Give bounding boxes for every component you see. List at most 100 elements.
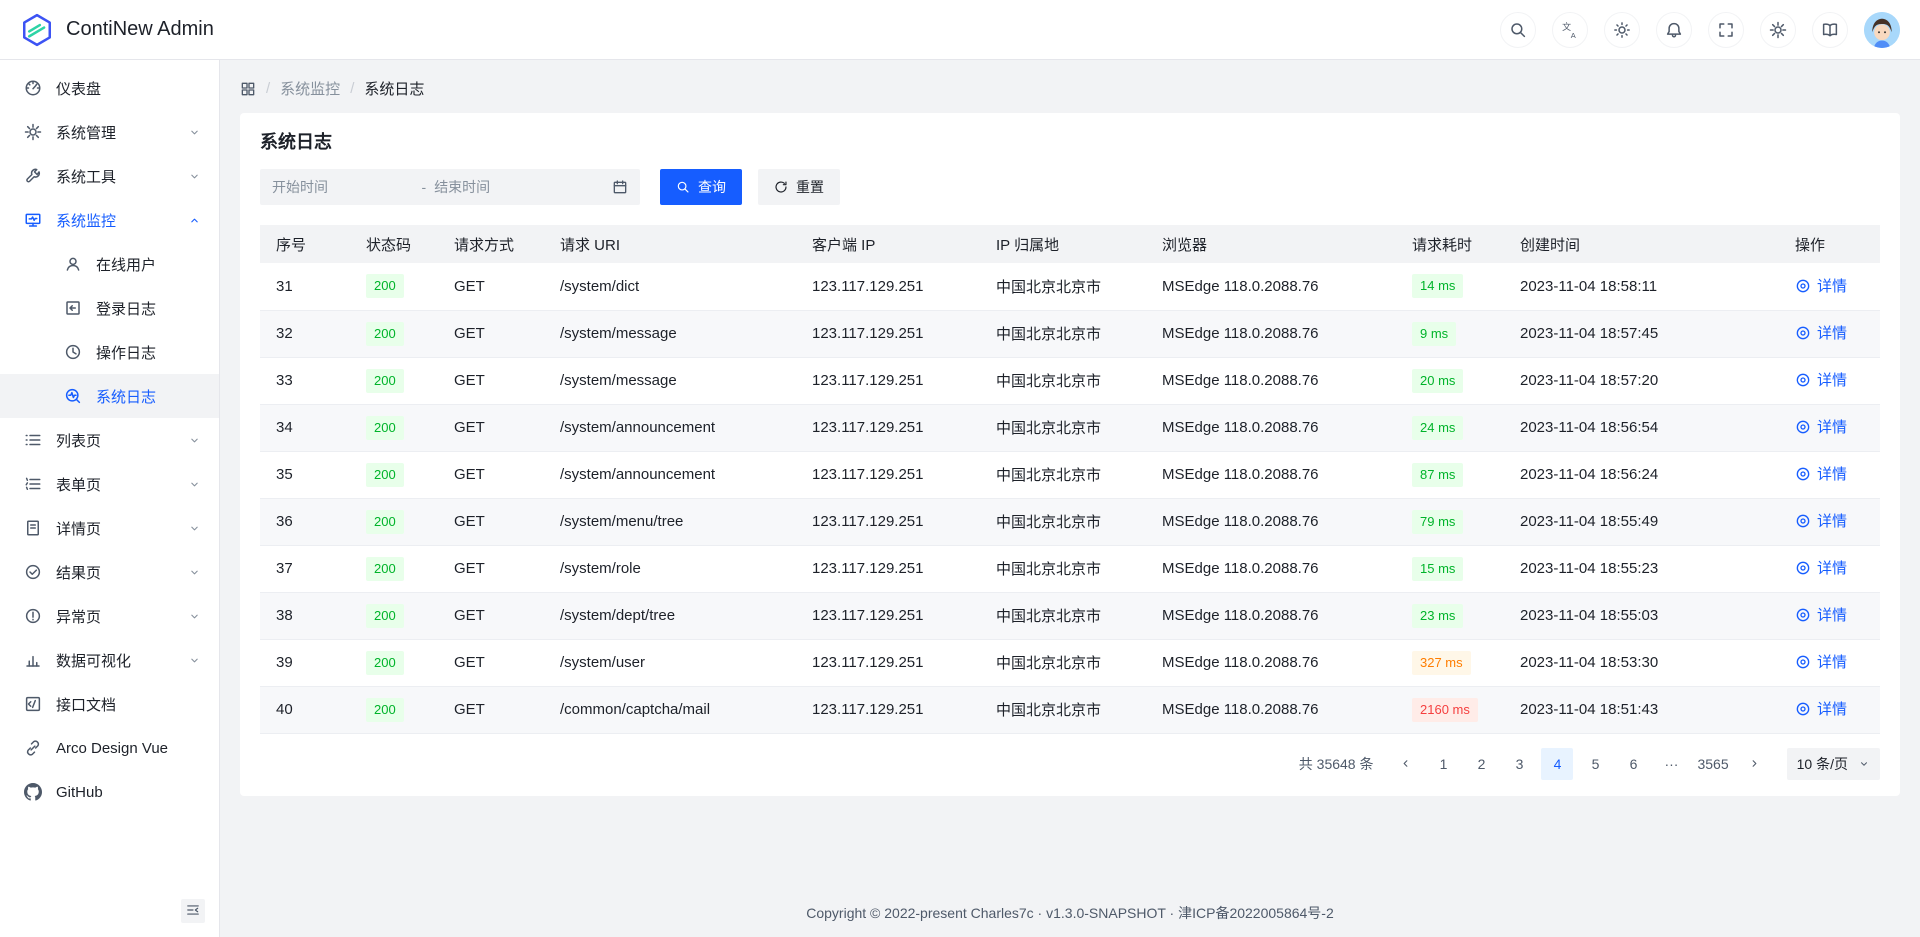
- sidebar-item-system-monitor[interactable]: 系统监控: [0, 198, 219, 242]
- sidebar-item-api-docs[interactable]: 接口文档: [0, 682, 219, 726]
- sidebar-item-online-users[interactable]: 在线用户: [0, 242, 219, 286]
- cell-method: GET: [438, 310, 544, 357]
- chevron-down-icon: [188, 478, 201, 491]
- detail-link[interactable]: 详情: [1795, 651, 1847, 672]
- pagination-page-2[interactable]: 2: [1465, 748, 1497, 780]
- bell-button[interactable]: [1656, 12, 1692, 48]
- sidebar-menu: 仪表盘系统管理系统工具系统监控在线用户登录日志操作日志系统日志列表页表单页详情页…: [0, 66, 219, 814]
- chart-icon: [24, 651, 42, 669]
- sidebar-item-system-logs[interactable]: 系统日志: [0, 374, 219, 418]
- detail-link[interactable]: 详情: [1795, 369, 1847, 390]
- pagination-page-1[interactable]: 1: [1427, 748, 1459, 780]
- docs-icon: [1821, 21, 1839, 39]
- detail-link[interactable]: 详情: [1795, 604, 1847, 625]
- detail-link[interactable]: 详情: [1795, 510, 1847, 531]
- sidebar: 仪表盘系统管理系统工具系统监控在线用户登录日志操作日志系统日志列表页表单页详情页…: [0, 60, 220, 937]
- shell: 仪表盘系统管理系统工具系统监控在线用户登录日志操作日志系统日志列表页表单页详情页…: [0, 60, 1920, 937]
- result-icon: [24, 563, 42, 581]
- sidebar-item-login-logs[interactable]: 登录日志: [0, 286, 219, 330]
- breadcrumb-separator: /: [266, 80, 270, 97]
- sidebar-item-result-pages[interactable]: 结果页: [0, 550, 219, 594]
- search-icon: [1509, 21, 1527, 39]
- pagination-page-6[interactable]: 6: [1617, 748, 1649, 780]
- sidebar-item-arco-design-vue[interactable]: Arco Design Vue: [0, 726, 219, 770]
- docs-button[interactable]: [1812, 12, 1848, 48]
- cell-client-ip: 123.117.129.251: [796, 545, 980, 592]
- cell-duration: 24 ms: [1396, 404, 1504, 451]
- cell-client-ip: 123.117.129.251: [796, 498, 980, 545]
- detail-link[interactable]: 详情: [1795, 275, 1847, 296]
- fullscreen-button[interactable]: [1708, 12, 1744, 48]
- eye-icon: [1795, 654, 1811, 670]
- sidebar-item-label: 系统监控: [56, 210, 174, 231]
- user-avatar[interactable]: [1864, 12, 1900, 48]
- detail-link-label: 详情: [1817, 651, 1847, 672]
- theme-button[interactable]: [1604, 12, 1640, 48]
- sidebar-collapse-button[interactable]: [181, 899, 205, 923]
- status-badge: 200: [366, 651, 404, 675]
- pagination: 共 35648 条 123456···3565 10 条/页: [260, 748, 1880, 780]
- detail-link[interactable]: 详情: [1795, 557, 1847, 578]
- detail-link[interactable]: 详情: [1795, 322, 1847, 343]
- logo-area[interactable]: ContiNew Admin: [20, 13, 214, 47]
- sidebar-item-dashboard[interactable]: 仪表盘: [0, 66, 219, 110]
- column-header: 序号: [260, 225, 350, 263]
- pagination-page-3[interactable]: 3: [1503, 748, 1535, 780]
- cell-uri: /system/announcement: [544, 451, 796, 498]
- eye-icon: [1795, 466, 1811, 482]
- translate-button[interactable]: 文A: [1552, 12, 1588, 48]
- sidebar-item-detail-pages[interactable]: 详情页: [0, 506, 219, 550]
- detail-link-label: 详情: [1817, 557, 1847, 578]
- page-size-select[interactable]: 10 条/页: [1787, 748, 1880, 780]
- translate-icon: 文A: [1561, 21, 1579, 39]
- cell-uri: /system/menu/tree: [544, 498, 796, 545]
- cell-status: 200: [350, 639, 438, 686]
- detail-link-label: 详情: [1817, 416, 1847, 437]
- search-button[interactable]: 查询: [660, 169, 742, 205]
- sidebar-item-exception-pages[interactable]: 异常页: [0, 594, 219, 638]
- exception-icon: [24, 607, 42, 625]
- detail-link-label: 详情: [1817, 322, 1847, 343]
- top-header: ContiNew Admin 文A: [0, 0, 1920, 60]
- cell-no: 33: [260, 357, 350, 404]
- cell-method: GET: [438, 639, 544, 686]
- apps-icon[interactable]: [240, 81, 256, 97]
- pagination-page-4[interactable]: 4: [1541, 748, 1573, 780]
- pagination-page-5[interactable]: 5: [1579, 748, 1611, 780]
- settings-button[interactable]: [1760, 12, 1796, 48]
- cell-no: 32: [260, 310, 350, 357]
- eye-icon: [1795, 325, 1811, 341]
- search-button[interactable]: [1500, 12, 1536, 48]
- sidebar-item-system-tools[interactable]: 系统工具: [0, 154, 219, 198]
- cell-region: 中国北京北京市: [980, 639, 1146, 686]
- cell-action: 详情: [1779, 310, 1880, 357]
- sidebar-item-form-pages[interactable]: 表单页: [0, 462, 219, 506]
- detail-link[interactable]: 详情: [1795, 416, 1847, 437]
- cell-method: GET: [438, 498, 544, 545]
- cell-no: 39: [260, 639, 350, 686]
- page-title: 系统日志: [260, 129, 1880, 155]
- status-badge: 14 ms: [1412, 274, 1463, 298]
- eye-icon: [1795, 513, 1811, 529]
- breadcrumb-item[interactable]: 系统监控: [280, 78, 340, 99]
- date-range-picker[interactable]: 开始时间 - 结束时间: [260, 169, 640, 205]
- cell-region: 中国北京北京市: [980, 310, 1146, 357]
- cell-client-ip: 123.117.129.251: [796, 404, 980, 451]
- cell-created: 2023-11-04 18:55:03: [1504, 592, 1779, 639]
- sidebar-item-label: 数据可视化: [56, 650, 174, 671]
- sidebar-item-operation-logs[interactable]: 操作日志: [0, 330, 219, 374]
- sidebar-item-list-pages[interactable]: 列表页: [0, 418, 219, 462]
- cell-created: 2023-11-04 18:57:45: [1504, 310, 1779, 357]
- detail-link[interactable]: 详情: [1795, 698, 1847, 719]
- pagination-prev-button[interactable]: [1389, 748, 1421, 780]
- cell-region: 中国北京北京市: [980, 263, 1146, 310]
- pagination-next-button[interactable]: [1739, 748, 1771, 780]
- sidebar-item-github[interactable]: GitHub: [0, 770, 219, 814]
- reset-button[interactable]: 重置: [758, 169, 840, 205]
- detail-link[interactable]: 详情: [1795, 463, 1847, 484]
- table-row: 34200GET/system/announcement123.117.129.…: [260, 404, 1880, 451]
- sidebar-item-system-management[interactable]: 系统管理: [0, 110, 219, 154]
- breadcrumb-item[interactable]: 系统日志: [364, 78, 424, 99]
- sidebar-item-data-visualization[interactable]: 数据可视化: [0, 638, 219, 682]
- pagination-page-3565[interactable]: 3565: [1693, 748, 1732, 780]
